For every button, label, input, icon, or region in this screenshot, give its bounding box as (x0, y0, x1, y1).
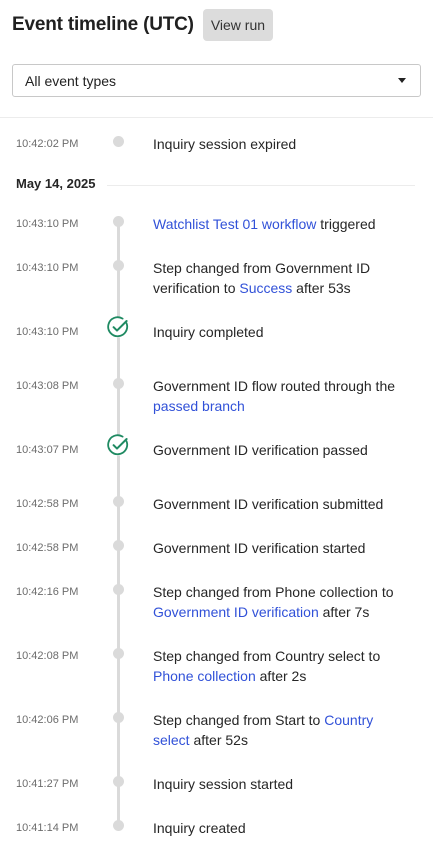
event-time: 10:43:08 PM (16, 380, 79, 392)
timeline-dot (113, 216, 124, 227)
event-text: Government ID verification started (153, 540, 366, 556)
event-text: Inquiry session started (153, 776, 294, 792)
event-description: Step changed from Country select to Phon… (153, 646, 408, 686)
event-time: 10:43:10 PM (16, 262, 79, 274)
event-time: 10:43:10 PM (16, 218, 79, 230)
check-circle-icon (107, 316, 129, 338)
timeline-dot (113, 378, 124, 389)
event-description: Step changed from Government ID verifica… (153, 258, 408, 298)
timeline-dot (113, 648, 124, 659)
event-link[interactable]: Phone collection (153, 668, 256, 684)
event-description: Step changed from Start to Country selec… (153, 710, 408, 750)
event-time: 10:42:58 PM (16, 542, 79, 554)
event-time: 10:42:02 PM (16, 138, 79, 150)
event-description: Government ID verification passed (153, 440, 408, 460)
event-text: Inquiry created (153, 820, 246, 836)
event-description: Watchlist Test 01 workflow triggered (153, 214, 408, 234)
event-time: 10:43:10 PM (16, 326, 79, 338)
event-link[interactable]: Watchlist Test 01 workflow (153, 216, 316, 232)
event-text: Inquiry completed (153, 324, 264, 340)
event-time: 10:41:14 PM (16, 822, 79, 834)
event-timeline: 10:42:02 PM Inquiry session expired May … (0, 0, 433, 854)
event-link[interactable]: passed branch (153, 398, 245, 414)
event-description: Inquiry completed (153, 322, 408, 342)
timeline-dot (113, 712, 124, 723)
event-text: Government ID verification submitted (153, 496, 384, 512)
event-text: Step changed from Phone collection to (153, 584, 394, 600)
timeline-dot (113, 820, 124, 831)
event-text: after 2s (255, 668, 307, 684)
date-group-label: May 14, 2025 (16, 176, 96, 191)
event-text: after 53s (292, 280, 351, 296)
timeline-dot (113, 136, 124, 147)
event-description: Government ID flow routed through the pa… (153, 376, 408, 416)
event-link[interactable]: Success (239, 280, 292, 296)
event-description: Inquiry created (153, 818, 408, 838)
event-text: after 7s (318, 604, 370, 620)
timeline-dot (113, 540, 124, 551)
event-description: Inquiry session expired (153, 136, 297, 152)
event-time: 10:42:08 PM (16, 650, 79, 662)
timeline-dot (113, 496, 124, 507)
event-text: triggered (316, 216, 376, 232)
event-time: 10:42:16 PM (16, 586, 79, 598)
event-time: 10:42:58 PM (16, 498, 79, 510)
event-text: Government ID verification passed (153, 442, 368, 458)
event-text: after 52s (189, 732, 248, 748)
event-text: Step changed from Country select to (153, 648, 381, 664)
event-link[interactable]: Government ID verification (153, 604, 319, 620)
date-group-rule (107, 185, 415, 186)
check-circle-icon (107, 434, 129, 456)
event-description: Inquiry session started (153, 774, 408, 794)
event-time: 10:42:06 PM (16, 714, 79, 726)
event-text: Government ID flow routed through the (153, 378, 396, 394)
event-description: Government ID verification started (153, 538, 408, 558)
timeline-dot (113, 260, 124, 271)
event-text: Step changed from Start to (153, 712, 325, 728)
timeline-dot (113, 584, 124, 595)
event-time: 10:43:07 PM (16, 444, 79, 456)
event-description: Step changed from Phone collection to Go… (153, 582, 408, 622)
timeline-connector (117, 221, 120, 825)
timeline-dot (113, 776, 124, 787)
event-time: 10:41:27 PM (16, 778, 79, 790)
event-description: Government ID verification submitted (153, 494, 408, 514)
